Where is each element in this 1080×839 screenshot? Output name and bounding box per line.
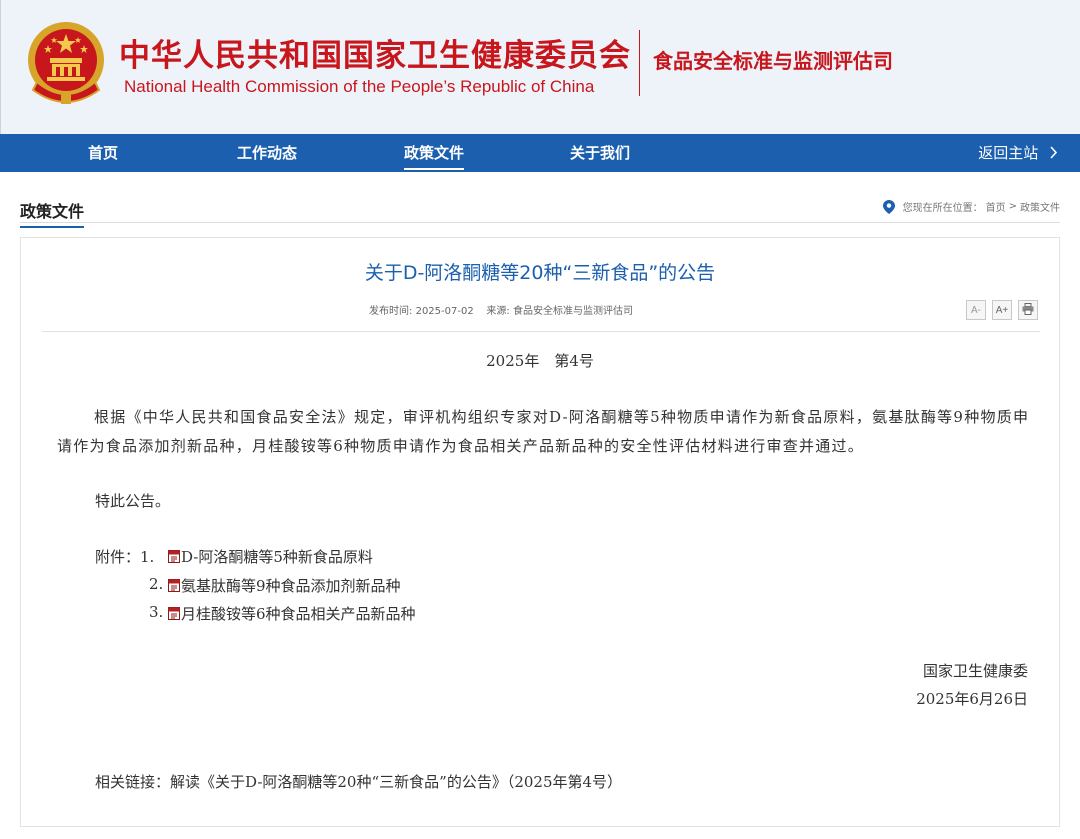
print-icon: [1022, 303, 1034, 315]
related-links: 相关链接：解读《关于D-阿洛酮糖等20种“三新食品”的公告》（2025年第4号）: [95, 771, 622, 792]
attachment-number: 1.: [140, 548, 155, 566]
attachment-label: 月桂酸铵等6种食品相关产品新品种: [181, 605, 416, 623]
font-smaller-icon: A-: [971, 305, 981, 316]
article-paragraph: 根据《中华人民共和国食品安全法》规定，审评机构组织专家对D-阿洛酮糖等5种物质申…: [57, 408, 1030, 455]
national-emblem-icon[interactable]: [27, 20, 105, 106]
department-name[interactable]: 食品安全标准与监测评估司: [653, 45, 893, 74]
breadcrumb-current-link[interactable]: 政策文件: [1020, 199, 1060, 214]
header-divider: [639, 30, 640, 96]
pdf-file-icon: [168, 550, 180, 563]
publish-date-label: 发布时间:: [369, 306, 413, 317]
breadcrumb-home-link[interactable]: 首页: [986, 199, 1006, 214]
site-name-cn[interactable]: 中华人民共和国国家卫生健康委员会: [119, 30, 631, 75]
print-button[interactable]: [1018, 300, 1038, 320]
nav-item-work-news[interactable]: 工作动态: [237, 134, 297, 172]
attachment-link[interactable]: 氨基肽酶等9种食品添加剂新品种: [168, 575, 401, 596]
attachment-label: 氨基肽酶等9种食品添加剂新品种: [181, 577, 401, 595]
font-larger-icon: A+: [995, 305, 1009, 316]
nav-item-home[interactable]: 首页: [88, 134, 118, 172]
signature-organization: 国家卫生健康委: [922, 662, 1028, 680]
pdf-file-icon: [168, 579, 180, 592]
breadcrumb-separator: >: [1008, 201, 1017, 212]
section-title: 政策文件: [20, 198, 85, 228]
main-nav: 首页 工作动态 政策文件 关于我们 返回主站: [0, 134, 1080, 172]
back-to-main-site-label: 返回主站: [978, 144, 1039, 162]
attachments-label-text: 附件：: [95, 548, 141, 566]
publish-date: 2025-07-02: [415, 306, 474, 317]
section-divider: [20, 222, 1060, 223]
attachment-link[interactable]: 月桂酸铵等6种食品相关产品新品种: [168, 603, 416, 624]
attachment-number: 3.: [149, 603, 164, 621]
attachments-label: 附件：1.: [95, 546, 154, 567]
breadcrumb-prefix: 您现在所在位置：: [902, 203, 983, 214]
font-smaller-button[interactable]: A-: [966, 300, 986, 320]
breadcrumb: 您现在所在位置： 首页 > 政策文件: [882, 199, 1060, 214]
attachment-label: D-阿洛酮糖等5种新食品原料: [181, 548, 373, 566]
notice-line: 特此公告。: [95, 492, 171, 510]
meta-divider: [42, 331, 1040, 332]
nav-item-about-us[interactable]: 关于我们: [570, 134, 630, 172]
font-larger-button[interactable]: A+: [992, 300, 1012, 320]
site-header: 中华人民共和国国家卫生健康委员会 National Health Commiss…: [0, 0, 1080, 134]
signature-date: 2025年6月26日: [916, 690, 1028, 708]
site-name-en[interactable]: National Health Commission of the People…: [124, 77, 594, 97]
article-title: 关于D-阿洛酮糖等20种“三新食品”的公告: [364, 262, 716, 284]
issue-number: 2025年 第4号: [486, 352, 594, 370]
pdf-file-icon: [168, 607, 180, 620]
back-to-main-site-link[interactable]: 返回主站: [978, 134, 1058, 172]
source-value: 食品安全标准与监测评估司: [512, 306, 633, 317]
chevron-right-icon: [1050, 146, 1058, 159]
article-meta: 发布时间: 2025-07-02 来源: 食品安全标准与监测评估司: [0, 302, 1002, 317]
source-label: 来源:: [486, 306, 510, 317]
related-interpretation-link[interactable]: 解读《关于D-阿洛酮糖等20种“三新食品”的公告》（2025年第4号）: [170, 773, 622, 791]
related-links-label: 相关链接：: [95, 773, 171, 791]
location-pin-icon: [882, 199, 895, 214]
article-card: [20, 237, 1060, 827]
attachment-number: 2.: [149, 575, 164, 593]
attachment-link[interactable]: D-阿洛酮糖等5种新食品原料: [168, 546, 373, 567]
nav-item-policy-docs[interactable]: 政策文件: [404, 134, 465, 172]
article-tools: A- A+: [966, 300, 1038, 320]
